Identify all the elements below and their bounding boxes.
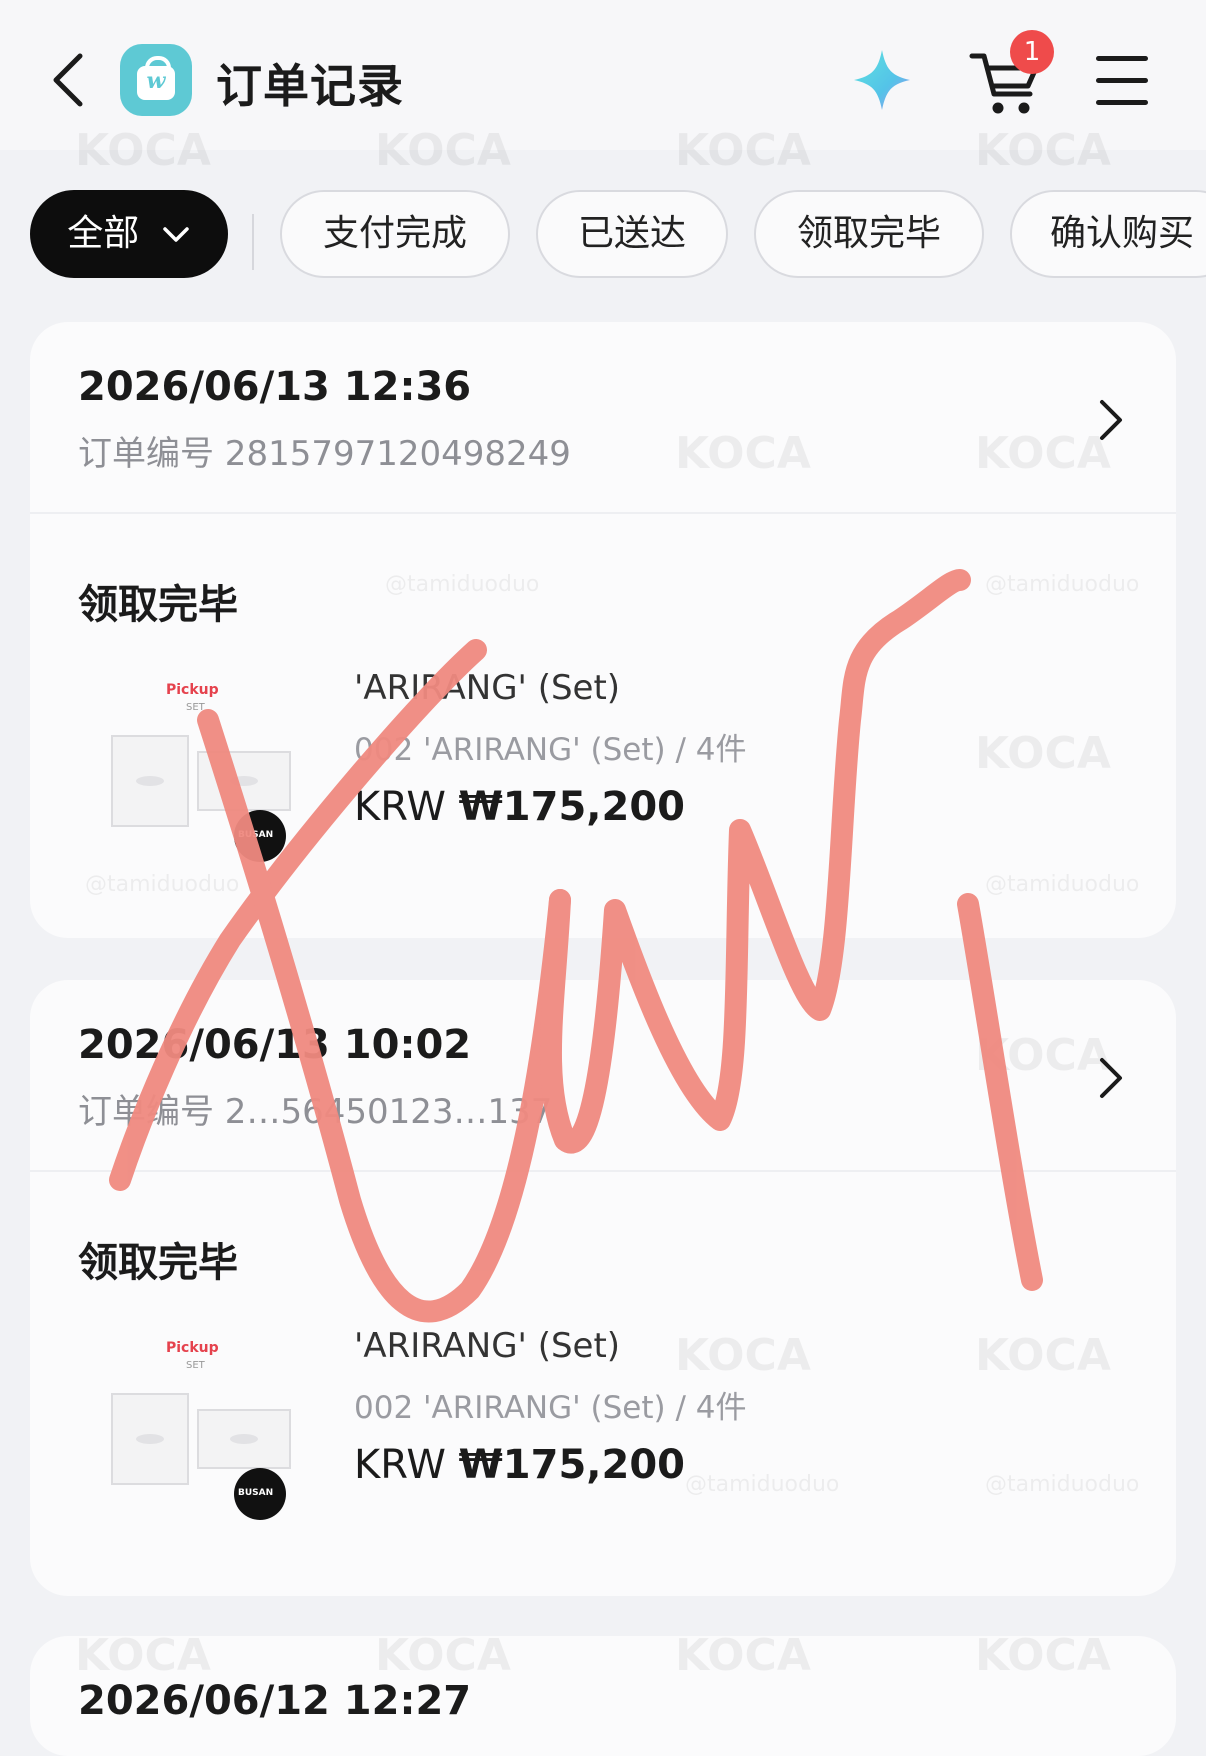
thumb-set-label: SET (186, 1360, 205, 1371)
filter-chip-label: 确认购买 (1050, 213, 1195, 254)
thumb-pickup-label: Pickup (166, 682, 219, 698)
filter-chip-label: 全部 (67, 213, 140, 254)
card-divider (30, 512, 1176, 514)
item-price: KRW ₩175,200 (354, 784, 685, 830)
price-amount: ₩175,200 (458, 1442, 685, 1488)
sparkle-icon[interactable] (850, 46, 914, 114)
item-price: KRW ₩175,200 (354, 1442, 685, 1488)
filter-chip-picked-up[interactable]: 领取完毕 (754, 190, 984, 278)
menu-icon[interactable] (1096, 56, 1150, 106)
chevron-right-icon[interactable] (1094, 1054, 1128, 1102)
filter-chip-label: 已送达 (577, 213, 686, 254)
price-amount: ₩175,200 (458, 784, 685, 830)
back-icon[interactable] (40, 48, 100, 112)
cart-count-badge: 1 (1010, 30, 1054, 74)
filter-chip-all[interactable]: 全部 (30, 190, 228, 278)
item-option: 002 'ARIRANG' (Set) / 4件 (354, 732, 747, 768)
filter-chip-confirm-purchase[interactable]: 确认购买 (1010, 190, 1206, 278)
thumb-busan-badge: BUSAN (238, 830, 274, 840)
thumb-busan-badge: BUSAN (238, 1488, 274, 1498)
item-name: 'ARIRANG' (Set) (354, 1326, 621, 1366)
product-thumbnail[interactable]: Pickup SET BUSAN (100, 1322, 300, 1522)
thumb-set-label: SET (186, 702, 205, 713)
page-title: 订单记录 (216, 59, 404, 113)
order-status: 领取完毕 (78, 582, 238, 628)
order-datetime: 2026/06/12 12:27 (78, 1678, 472, 1724)
order-number: 订单编号 2…56450123…137 (78, 1092, 553, 1132)
chevron-right-icon[interactable] (1094, 396, 1128, 444)
item-name: 'ARIRANG' (Set) (354, 668, 621, 708)
price-currency: KRW (354, 784, 446, 830)
product-thumbnail[interactable]: Pickup SET BUSAN (100, 664, 300, 864)
card-divider (30, 1170, 1176, 1172)
item-option: 002 'ARIRANG' (Set) / 4件 (354, 1390, 747, 1426)
order-datetime: 2026/06/13 10:02 (78, 1022, 472, 1068)
price-currency: KRW (354, 1442, 446, 1488)
filter-chip-label: 支付完成 (322, 213, 467, 254)
order-card[interactable]: 2026/06/13 12:36 订单编号 2815797120498249 领… (30, 322, 1176, 938)
order-card[interactable]: 2026/06/12 12:27 (30, 1636, 1176, 1756)
chip-divider (252, 214, 254, 270)
filter-chip-delivered[interactable]: 已送达 (536, 190, 728, 278)
chevron-down-icon (162, 227, 189, 242)
order-card[interactable]: 2026/06/13 10:02 订单编号 2…56450123…137 领取完… (30, 980, 1176, 1596)
filter-chip-bar: 全部 支付完成 已送达 领取完毕 确认购买 (0, 186, 1206, 286)
order-number: 订单编号 2815797120498249 (78, 434, 571, 474)
order-datetime: 2026/06/13 12:36 (78, 364, 472, 410)
thumb-pickup-label: Pickup (166, 1340, 219, 1356)
filter-chip-label: 领取完毕 (796, 213, 941, 254)
filter-chip-paid[interactable]: 支付完成 (280, 190, 510, 278)
app-logo-icon: w (120, 44, 192, 116)
order-status: 领取完毕 (78, 1240, 238, 1286)
